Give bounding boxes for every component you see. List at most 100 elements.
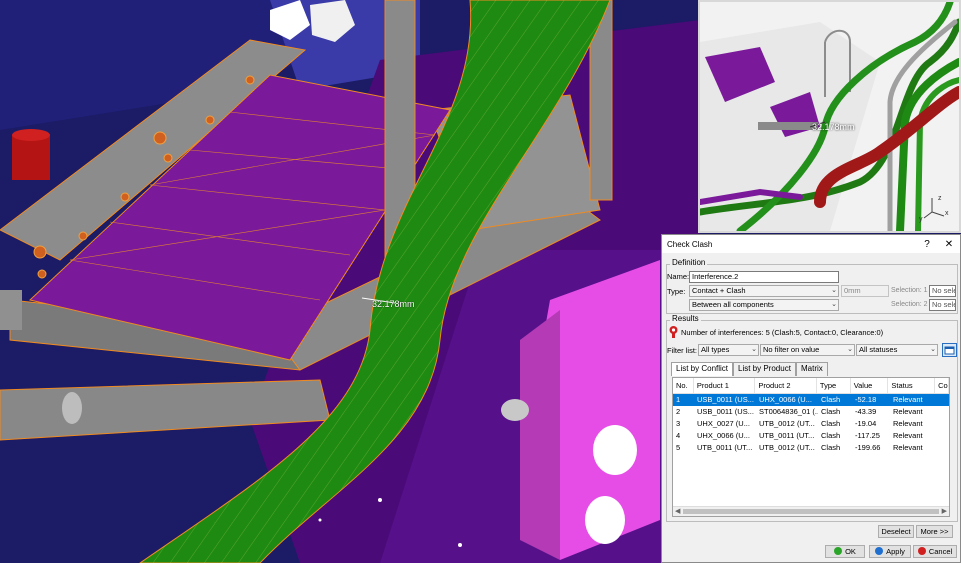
table-cell: -199.66 [855,443,881,452]
cancel-button-label: Cancel [928,547,953,556]
chevron-down-icon: ⌄ [930,346,936,353]
selection2-field[interactable]: No sele [929,299,956,311]
chevron-down-icon: ⌄ [751,346,757,353]
scroll-left-icon[interactable]: ◀ [675,507,680,516]
apply-icon [875,547,884,555]
clash-warning-icon [669,326,678,338]
column-header-product1[interactable]: Product 1 [694,378,756,393]
interference-summary: Number of interferences: 5 (Clash:5, Con… [681,328,884,337]
axis-label-z: z [938,195,942,202]
more-button[interactable]: More >> [916,525,953,538]
table-cell: UTB_0011 (UT... [697,443,753,452]
clash-preview-window[interactable]: 32.178mm z x y [698,0,961,233]
table-cell: USB_0011 (US... [697,407,754,416]
table-cell: -19.04 [855,419,877,428]
table-row[interactable]: 5 UTB_0011 (UT... UTB_0012 (UT... Clash … [673,442,949,454]
scope-select[interactable]: Between all components ⌄ [689,299,839,311]
column-header-status[interactable]: Status [888,378,936,393]
table-cell: -52.18 [855,395,877,404]
table-cell: 4 [676,431,681,440]
table-cell: Relevant [893,443,923,452]
type-label: Type: [667,287,686,296]
selection1-field[interactable]: No sele [929,285,956,297]
scope-select-value: Between all components [692,300,774,309]
table-cell: 2 [676,407,681,416]
close-icon[interactable]: ✕ [938,235,960,253]
results-group-label: Results [670,314,701,323]
column-header-type[interactable]: Type [817,378,851,393]
axis-label-y: y [919,216,923,223]
table-cell: Clash [821,419,841,428]
chevron-down-icon: ⌄ [847,346,853,353]
table-cell: UHX_0066 (U... [759,395,812,404]
cancel-icon [917,547,926,555]
table-cell: -117.25 [855,431,880,440]
table-cell: Clash [821,395,841,404]
table-cell: UHX_0066 (U... [697,431,750,440]
table-cell: Relevant [893,431,923,440]
table-row[interactable]: 2 USB_0011 (US... ST0064836_01 (... Clas… [673,406,949,418]
tab-list-by-conflict[interactable]: List by Conflict [671,362,734,376]
table-cell: Relevant [893,407,923,416]
chevron-down-icon: ⌄ [831,301,837,308]
definition-group-label: Definition [670,258,708,267]
ok-button[interactable]: OK [825,545,865,558]
table-cell: UTB_0012 (UT... [759,419,815,428]
apply-button-label: Apply [886,547,905,556]
name-input[interactable]: Interference.2 [689,271,839,283]
filter-types-value: All types [701,345,730,354]
table-cell: 3 [676,419,681,428]
column-header-value[interactable]: Value [851,378,889,393]
ok-button-label: OK [845,547,856,556]
scroll-right-icon[interactable]: ▶ [942,507,947,516]
scrollbar-thumb[interactable] [683,509,939,514]
table-cell: Clash [821,443,841,452]
dialog-title: Check Clash [667,239,713,249]
filter-value-select[interactable]: No filter on value ⌄ [760,344,855,356]
name-label: Name: [667,272,690,281]
table-cell: 1 [676,395,681,404]
table-cell: Clash [821,407,841,416]
clearance-input[interactable]: 0mm [841,285,889,297]
tab-list-by-product[interactable]: List by Product [733,362,796,376]
table-cell: ST0064836_01 (... [759,407,818,416]
conflict-table: No. Product 1 Product 2 Type Value Statu… [672,377,950,517]
filter-types-select[interactable]: All types ⌄ [698,344,759,356]
cancel-button[interactable]: Cancel [913,545,957,558]
table-cell: Relevant [893,395,923,404]
type-select-value: Contact + Clash [692,286,746,295]
export-icon[interactable] [942,343,957,357]
table-row[interactable]: 3 UHX_0027 (U... UTB_0012 (UT... Clash -… [673,418,949,430]
column-header-comment[interactable]: Co [935,378,949,393]
table-cell: Clash [821,431,841,440]
column-header-no[interactable]: No. [673,378,694,393]
apply-button[interactable]: Apply [869,545,911,558]
dialog-titlebar[interactable]: Check Clash ? ✕ [662,235,960,253]
selection2-label: Selection: 2 [891,301,928,308]
filter-status-value: All statuses [859,345,898,354]
table-cell: USB_0011 (US... [697,395,754,404]
table-cell: UTB_0011 (UT... [759,431,815,440]
column-header-product2[interactable]: Product 2 [755,378,817,393]
table-cell: -43.39 [855,407,877,416]
table-cell: UHX_0027 (U... [697,419,750,428]
chevron-down-icon: ⌄ [831,287,837,294]
selection1-label: Selection: 1 [891,287,928,294]
axis-label-x: x [945,210,949,217]
filter-value-value: No filter on value [763,345,820,354]
help-icon[interactable]: ? [916,235,938,253]
filter-list-label: Filter list: [667,346,697,355]
horizontal-scrollbar[interactable]: ◀ ▶ [673,506,949,516]
ok-icon [834,547,843,555]
deselect-button[interactable]: Deselect [878,525,914,538]
table-cell: UTB_0012 (UT... [759,443,815,452]
type-select[interactable]: Contact + Clash ⌄ [689,285,839,297]
filter-status-select[interactable]: All statuses ⌄ [856,344,938,356]
tab-matrix[interactable]: Matrix [796,362,828,376]
table-cell: Relevant [893,419,923,428]
table-header: No. Product 1 Product 2 Type Value Statu… [673,378,949,394]
table-row[interactable]: 1 USB_0011 (US... UHX_0066 (U... Clash -… [673,394,949,406]
table-row[interactable]: 4 UHX_0066 (U... UTB_0011 (UT... Clash -… [673,430,949,442]
clash-dimension-label: 32.178mm [372,299,415,309]
preview-dimension-label: 32.178mm [812,122,855,132]
